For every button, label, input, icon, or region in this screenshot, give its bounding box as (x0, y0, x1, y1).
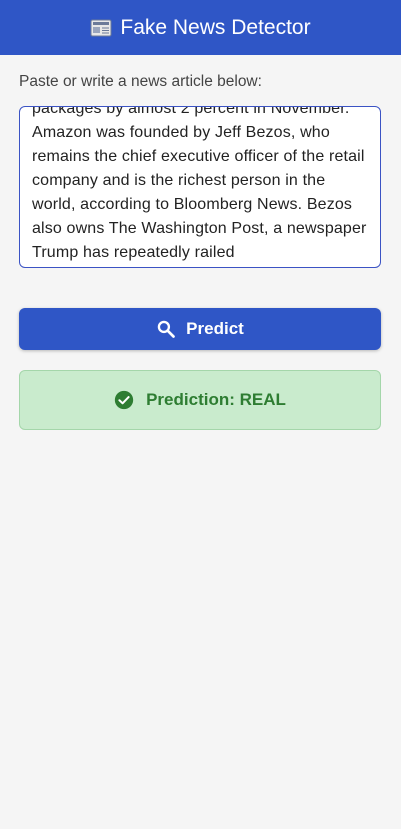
predict-button-label: Predict (186, 319, 244, 338)
prediction-result: Prediction: REAL (19, 370, 381, 430)
article-text[interactable]: packages by almost 2 percent in November… (32, 107, 368, 265)
newspaper-icon (90, 18, 112, 38)
app-title: Fake News Detector (120, 15, 311, 39)
article-input-label: Paste or write a news article below: (19, 73, 262, 90)
prediction-text: Prediction: REAL (146, 390, 286, 409)
article-textarea[interactable]: packages by almost 2 percent in November… (19, 106, 381, 268)
check-circle-icon (114, 390, 134, 410)
app-bar: Fake News Detector (0, 0, 401, 55)
predict-button[interactable]: Predict (19, 308, 381, 350)
search-icon (156, 319, 176, 339)
